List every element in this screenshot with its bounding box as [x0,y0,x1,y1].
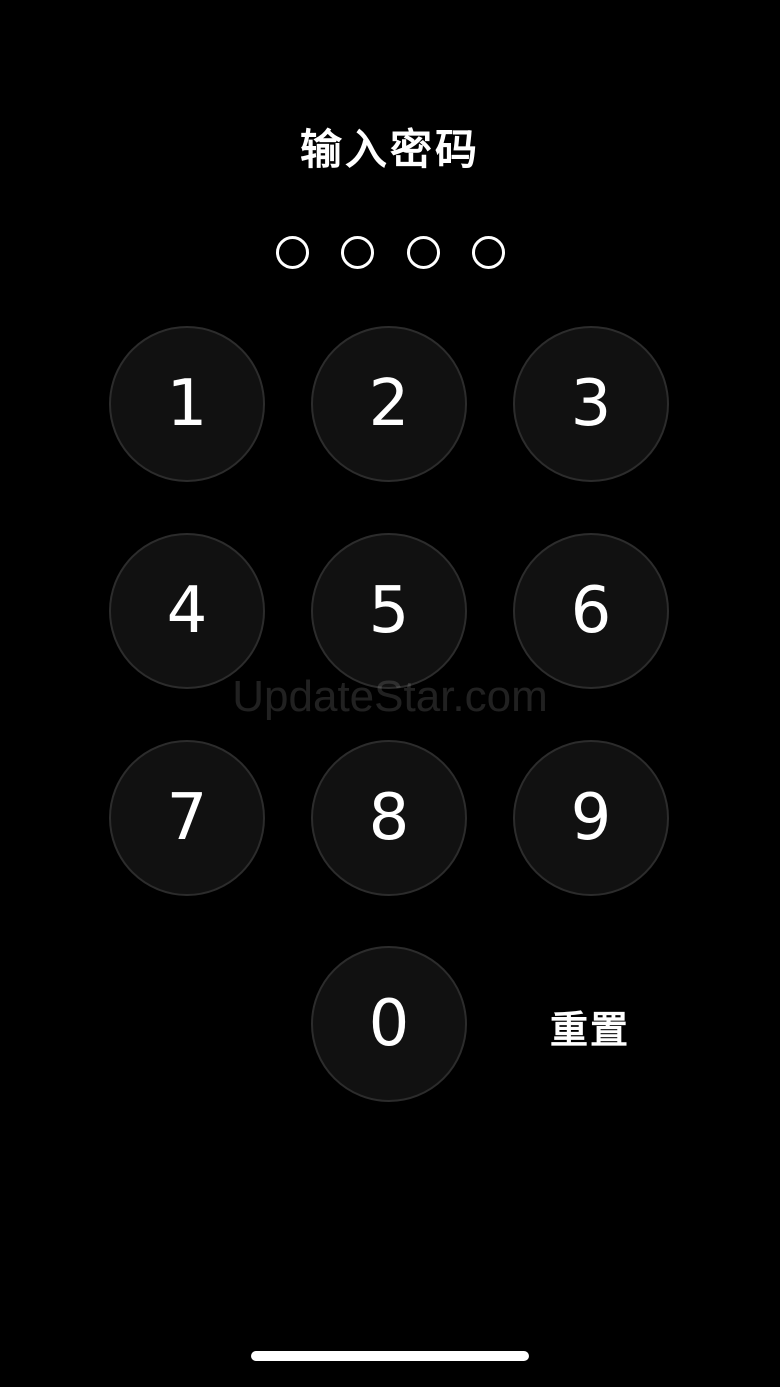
key-label: 0 [368,987,410,1061]
passcode-dot [472,236,505,269]
passcode-dot [341,236,374,269]
keypad-key-9[interactable]: 9 [513,740,669,896]
keypad-key-3[interactable]: 3 [513,326,669,482]
key-label: 7 [166,781,208,855]
keypad-key-5[interactable]: 5 [311,533,467,689]
keypad-key-8[interactable]: 8 [311,740,467,896]
passcode-indicator [0,236,780,270]
keypad-key-2[interactable]: 2 [311,326,467,482]
keypad-key-0[interactable]: 0 [311,946,467,1102]
keypad-key-7[interactable]: 7 [109,740,265,896]
keypad-key-6[interactable]: 6 [513,533,669,689]
key-label: 9 [570,781,612,855]
reset-button[interactable]: 重置 [512,994,668,1058]
keypad-key-4[interactable]: 4 [109,533,265,689]
key-label: 3 [570,367,612,441]
passcode-dot [276,236,309,269]
key-label: 1 [166,367,208,441]
key-label: 4 [166,574,208,648]
keypad-key-1[interactable]: 1 [109,326,265,482]
passcode-dot [407,236,440,269]
key-label: 2 [368,367,410,441]
key-label: 5 [368,574,410,648]
key-label: 8 [368,781,410,855]
key-label: 6 [570,574,612,648]
home-indicator[interactable] [251,1351,529,1361]
page-title: 输入密码 [299,125,480,174]
